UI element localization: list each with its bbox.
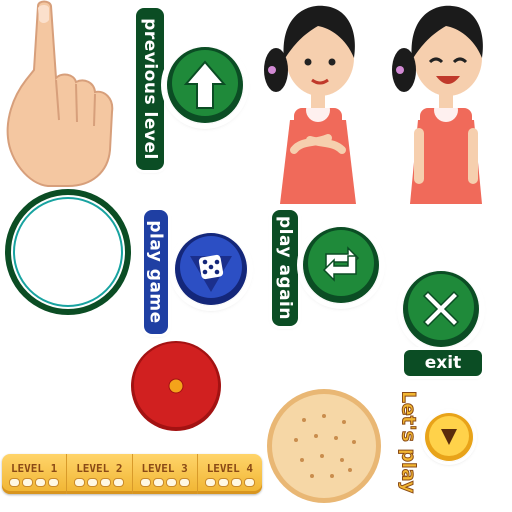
level-button-4[interactable]: LEVEL 4 bbox=[198, 454, 262, 494]
level-button-3[interactable]: LEVEL 3 bbox=[133, 454, 198, 494]
level-progress-dots bbox=[204, 477, 255, 487]
level-progress-dots bbox=[9, 477, 60, 487]
play-again-button[interactable] bbox=[302, 226, 380, 304]
play-again-label: play again bbox=[272, 210, 298, 326]
level-button-2[interactable]: LEVEL 2 bbox=[67, 454, 133, 494]
red-dot-button[interactable] bbox=[130, 340, 222, 432]
level-label: LEVEL 1 bbox=[10, 461, 58, 475]
close-icon bbox=[403, 271, 479, 347]
level-label: LEVEL 3 bbox=[141, 461, 188, 475]
previous-level-label: previous level bbox=[136, 8, 164, 170]
ring-frame bbox=[4, 188, 132, 316]
level-selector-bar: LEVEL 1 LEVEL 2 LEVEL 3 LEVEL 4 bbox=[2, 454, 262, 494]
level-progress-dots bbox=[139, 477, 190, 487]
play-triangle-icon bbox=[425, 413, 473, 461]
exit-button[interactable] bbox=[402, 270, 480, 348]
level-progress-dots bbox=[74, 477, 125, 487]
play-game-label: play game bbox=[144, 210, 168, 334]
play-game-button[interactable] bbox=[174, 232, 248, 306]
level-label: LEVEL 2 bbox=[76, 461, 123, 475]
lets-play-label: Let's play bbox=[397, 390, 420, 494]
pointing-hand-icon bbox=[4, 0, 124, 188]
girl-character-neutral bbox=[258, 0, 378, 204]
cracker-biscuit bbox=[266, 388, 382, 504]
dice-icon bbox=[175, 233, 247, 305]
girl-character-smiling bbox=[386, 0, 506, 204]
lets-play-button[interactable] bbox=[424, 412, 474, 462]
up-arrow-icon bbox=[167, 47, 243, 123]
previous-level-button[interactable] bbox=[166, 46, 244, 124]
level-button-1[interactable]: LEVEL 1 bbox=[2, 454, 68, 494]
exit-label: exit bbox=[404, 350, 482, 376]
repeat-icon bbox=[303, 227, 379, 303]
level-label: LEVEL 4 bbox=[206, 461, 254, 475]
